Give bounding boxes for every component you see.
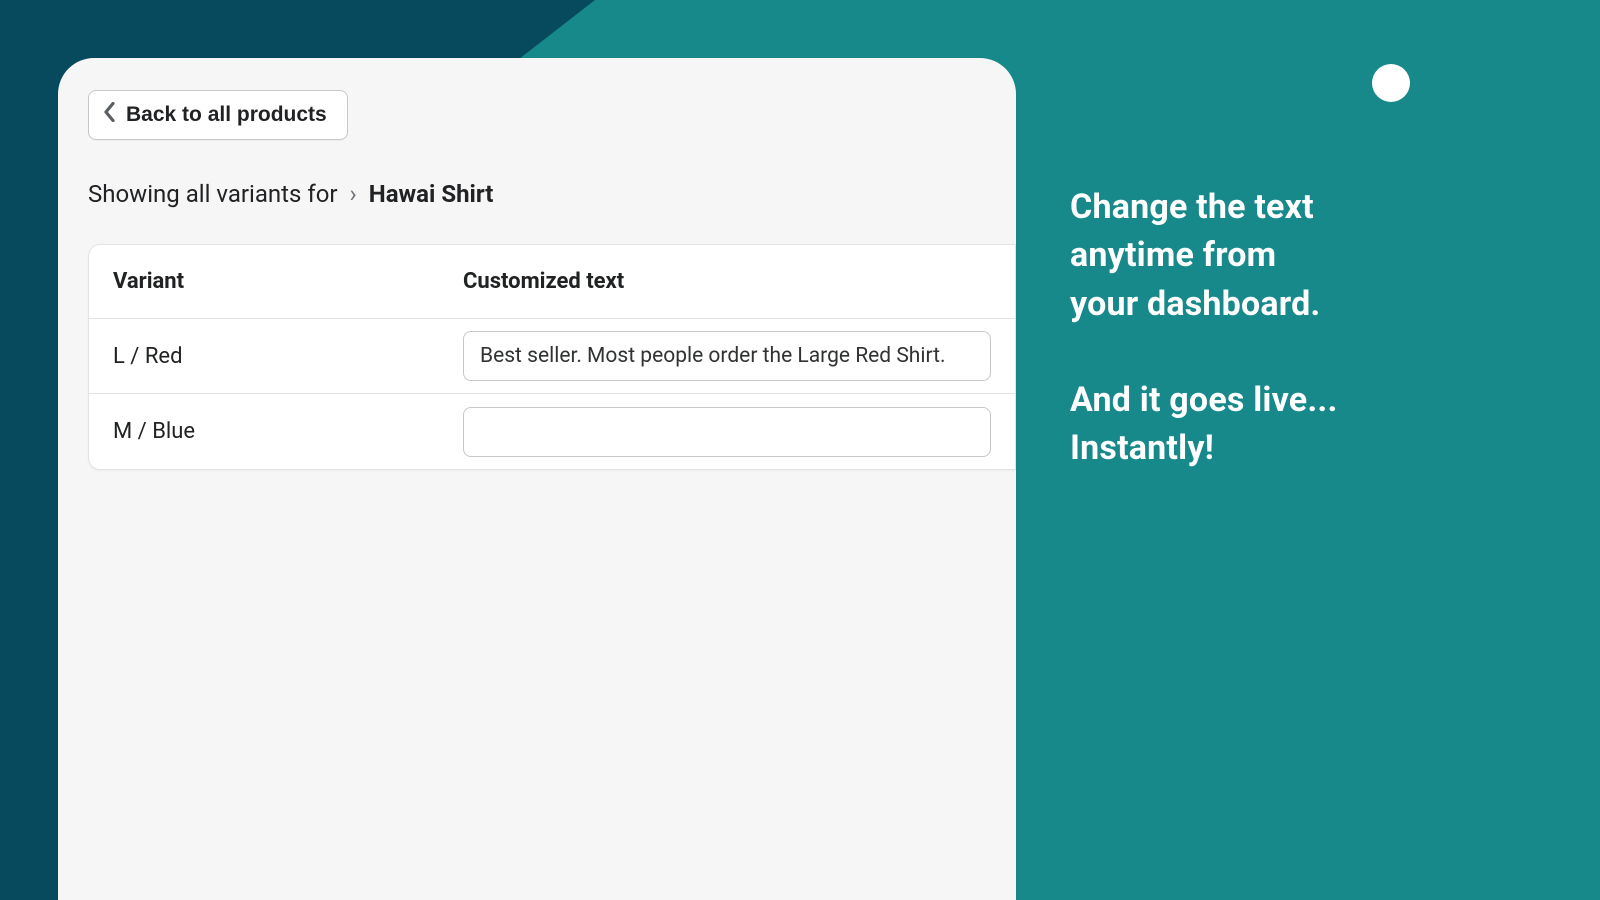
promo-line: Change the text	[1070, 183, 1490, 231]
variants-table: Variant Customized text L / Red M / Blue	[88, 244, 1016, 470]
decorative-dot-icon	[1372, 64, 1410, 102]
promo-line: Instantly!	[1070, 424, 1490, 472]
dashboard-card: Back to all products Showing all variant…	[58, 58, 1016, 900]
promo-line: your dashboard.	[1070, 280, 1490, 328]
column-header-customized-text: Customized text	[463, 269, 991, 294]
back-to-all-products-button[interactable]: Back to all products	[88, 90, 348, 140]
variant-name: L / Red	[113, 344, 463, 369]
variant-name: M / Blue	[113, 419, 463, 444]
breadcrumb: Showing all variants for › Hawai Shirt	[88, 180, 1016, 208]
back-button-label: Back to all products	[126, 103, 327, 127]
chevron-left-icon	[103, 102, 116, 128]
table-header-row: Variant Customized text	[89, 245, 1015, 319]
breadcrumb-lead: Showing all variants for	[88, 180, 338, 208]
table-row: M / Blue	[89, 394, 1015, 469]
promo-line: And it goes live...	[1070, 376, 1490, 424]
customized-text-input[interactable]	[463, 407, 991, 457]
promo-copy: Change the text anytime from your dashbo…	[1070, 183, 1490, 472]
column-header-variant: Variant	[113, 269, 463, 294]
marketing-slide: Change the text anytime from your dashbo…	[0, 0, 1600, 900]
chevron-right-icon: ›	[350, 180, 357, 208]
customized-text-input[interactable]	[463, 331, 991, 381]
table-row: L / Red	[89, 319, 1015, 394]
breadcrumb-product-name: Hawai Shirt	[369, 180, 494, 208]
promo-line: anytime from	[1070, 231, 1490, 279]
